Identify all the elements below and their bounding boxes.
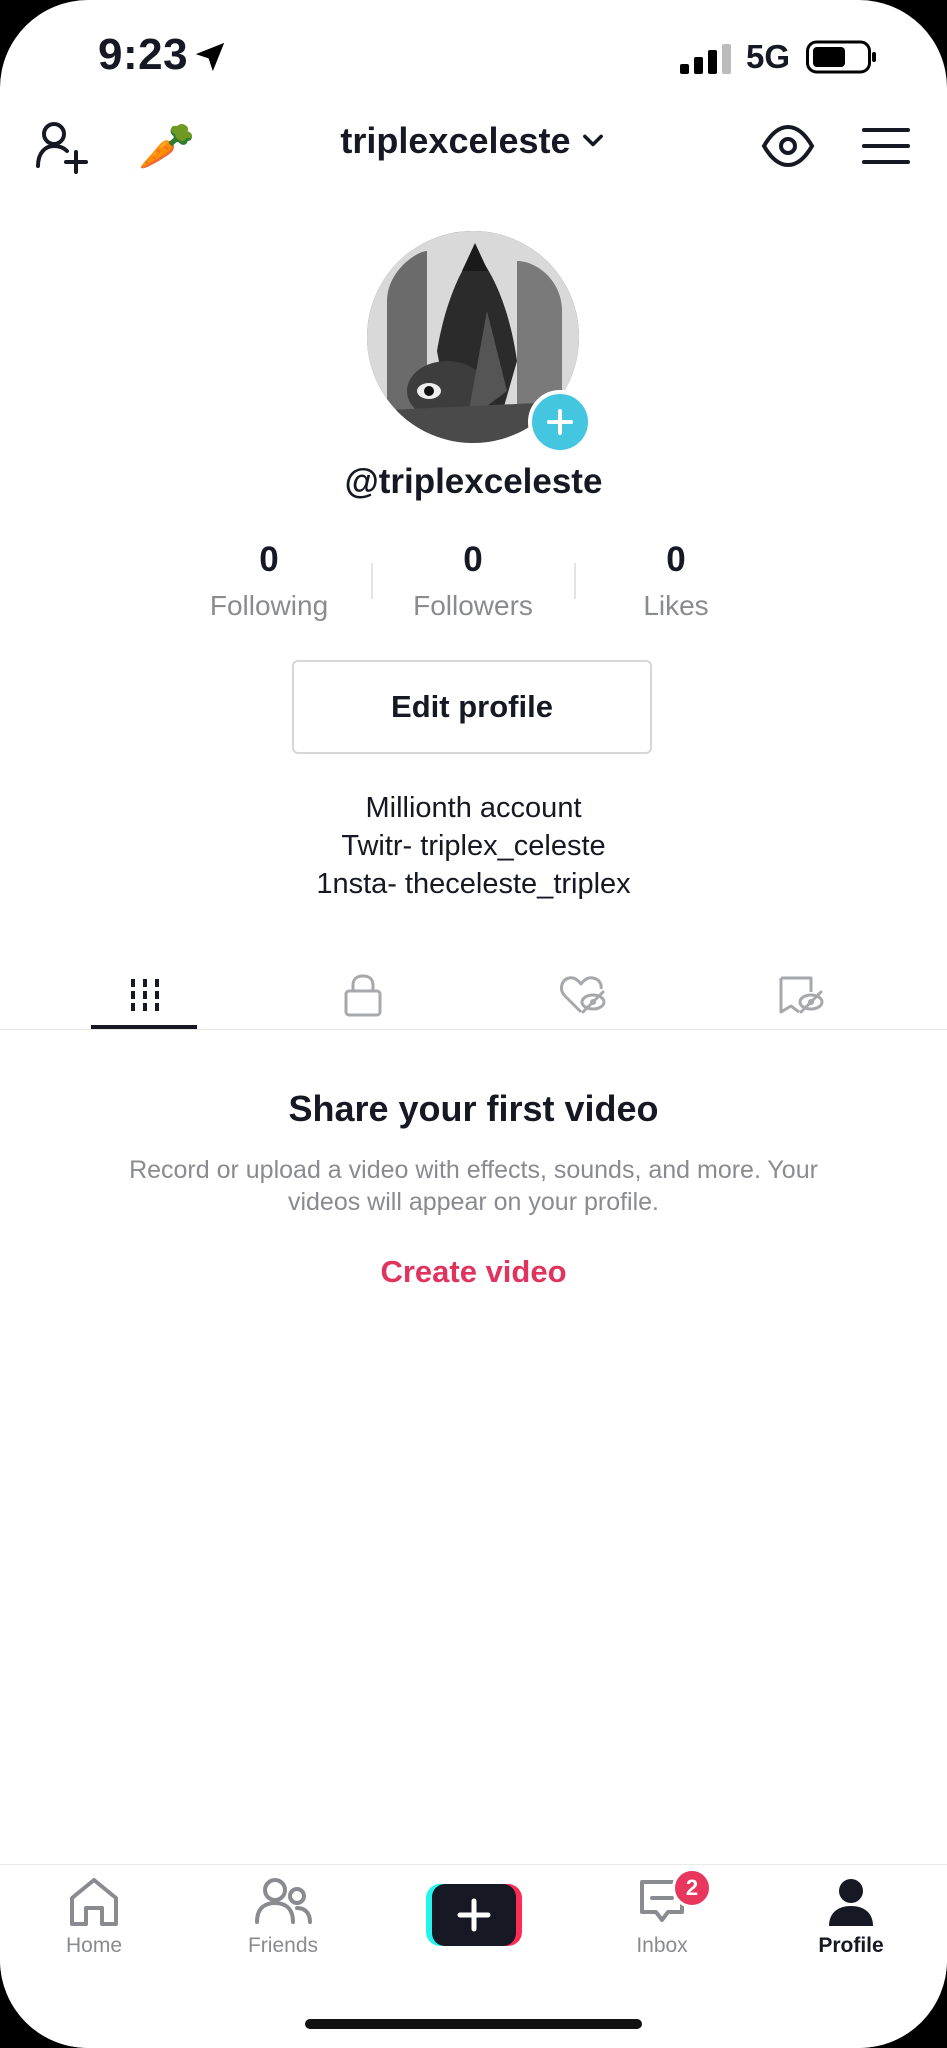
menu-icon[interactable]: [858, 118, 914, 174]
bio-line: Millionth account: [365, 792, 582, 824]
stat-likes[interactable]: 0 Likes: [576, 540, 776, 622]
eye-icon[interactable]: [760, 118, 816, 174]
videos-grid-icon: [131, 979, 159, 1011]
bio-line: 1nsta- theceleste_triplex: [316, 868, 631, 900]
network-type: 5G: [746, 38, 791, 75]
create-post-button[interactable]: [426, 1884, 522, 1946]
empty-state-description: Record or upload a video with effects, s…: [129, 1156, 818, 1216]
friends-icon: [255, 1878, 312, 1924]
chevron-down-icon: [582, 134, 603, 147]
tab-private[interactable]: [253, 960, 473, 1030]
empty-state-title: Share your first video: [288, 1088, 659, 1129]
stat-following[interactable]: 0 Following: [169, 540, 369, 622]
stat-label: Likes: [643, 590, 709, 621]
liked-hidden-icon: [560, 976, 606, 1014]
bio-line: Twitr- triplex_celeste: [341, 830, 606, 862]
nav-friends[interactable]: Friends: [208, 1876, 358, 1958]
stat-label: Followers: [413, 590, 533, 621]
home-icon: [70, 1878, 118, 1926]
profile-icon: [829, 1879, 873, 1926]
inbox-badge: 2: [672, 1868, 712, 1908]
tab-videos[interactable]: [35, 960, 255, 1030]
battery-icon: [806, 40, 876, 74]
favorites-hidden-icon: [779, 976, 824, 1014]
home-indicator: [305, 2019, 642, 2029]
stat-value: 0: [666, 540, 686, 579]
lock-icon: [344, 974, 382, 1017]
nav-profile[interactable]: Profile: [776, 1876, 926, 1958]
nav-label: Friends: [247, 1934, 319, 1957]
nav-inbox[interactable]: Inbox: [587, 1876, 737, 1958]
stat-label: Following: [209, 590, 329, 621]
tab-favorites[interactable]: [691, 960, 911, 1030]
edit-profile-button[interactable]: Edit profile: [292, 660, 652, 754]
plus-icon: [547, 409, 573, 435]
stat-value: 0: [463, 540, 483, 579]
location-arrow-icon: [195, 42, 225, 72]
status-time: 9:23: [98, 30, 189, 79]
stat-value: 0: [259, 540, 279, 579]
add-avatar-button[interactable]: [528, 390, 592, 454]
profile-handle: @triplexceleste: [344, 462, 603, 501]
signal-icon: [680, 44, 731, 74]
tab-liked[interactable]: [473, 960, 693, 1030]
nav-label: Inbox: [636, 1934, 688, 1957]
create-video-link[interactable]: Create video: [0, 1254, 947, 1290]
tabs-divider: [0, 1029, 947, 1030]
nav-label: Home: [65, 1934, 123, 1957]
nav-home[interactable]: Home: [19, 1876, 169, 1958]
stat-followers[interactable]: 0 Followers: [373, 540, 573, 622]
header-username: triplexceleste: [340, 120, 571, 161]
nav-label: Profile: [818, 1934, 884, 1957]
phone-screen: 9:23 5G 🥕 triplexceleste @triplexceleste…: [0, 0, 947, 2048]
